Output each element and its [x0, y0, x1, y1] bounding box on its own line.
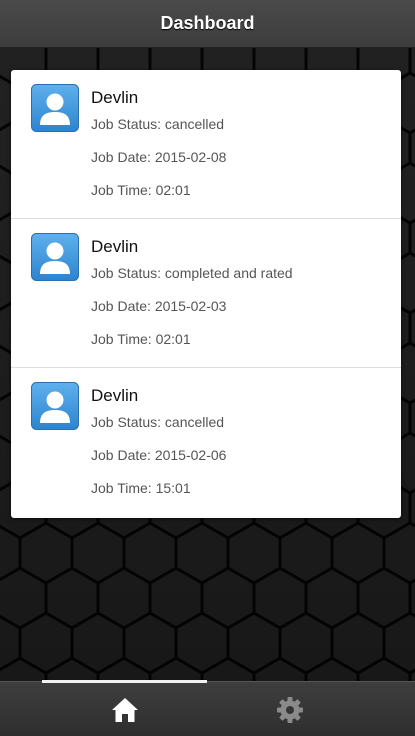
job-date: Job Date: 2015-02-08 [91, 149, 227, 165]
page-title: Dashboard [160, 13, 255, 33]
user-avatar-icon [31, 382, 79, 430]
job-status: Job Status: completed and rated [91, 265, 293, 281]
bottom-tab-bar [0, 680, 415, 736]
job-list-item[interactable]: Devlin Job Status: cancelled Job Date: 2… [11, 368, 401, 518]
user-avatar-icon [31, 84, 79, 132]
tab-home[interactable] [42, 680, 207, 736]
job-date: Job Date: 2015-02-06 [91, 447, 227, 463]
job-customer-name: Devlin [91, 386, 139, 405]
job-time: Job Time: 02:01 [91, 331, 191, 347]
job-list: Devlin Job Status: cancelled Job Date: 2… [11, 70, 401, 518]
job-time: Job Time: 15:01 [91, 480, 191, 496]
job-status: Job Status: cancelled [91, 116, 225, 132]
job-list-item[interactable]: Devlin Job Status: cancelled Job Date: 2… [11, 70, 401, 219]
job-list-item[interactable]: Devlin Job Status: completed and rated J… [11, 219, 401, 368]
app-header: Dashboard [0, 0, 415, 48]
user-avatar-icon [31, 233, 79, 281]
job-customer-name: Devlin [91, 88, 139, 107]
job-time: Job Time: 02:01 [91, 182, 191, 198]
job-status: Job Status: cancelled [91, 414, 225, 430]
gear-icon [276, 696, 303, 723]
home-icon [111, 697, 138, 722]
tab-settings[interactable] [207, 682, 372, 736]
job-customer-name: Devlin [91, 237, 139, 256]
job-date: Job Date: 2015-02-03 [91, 298, 227, 314]
